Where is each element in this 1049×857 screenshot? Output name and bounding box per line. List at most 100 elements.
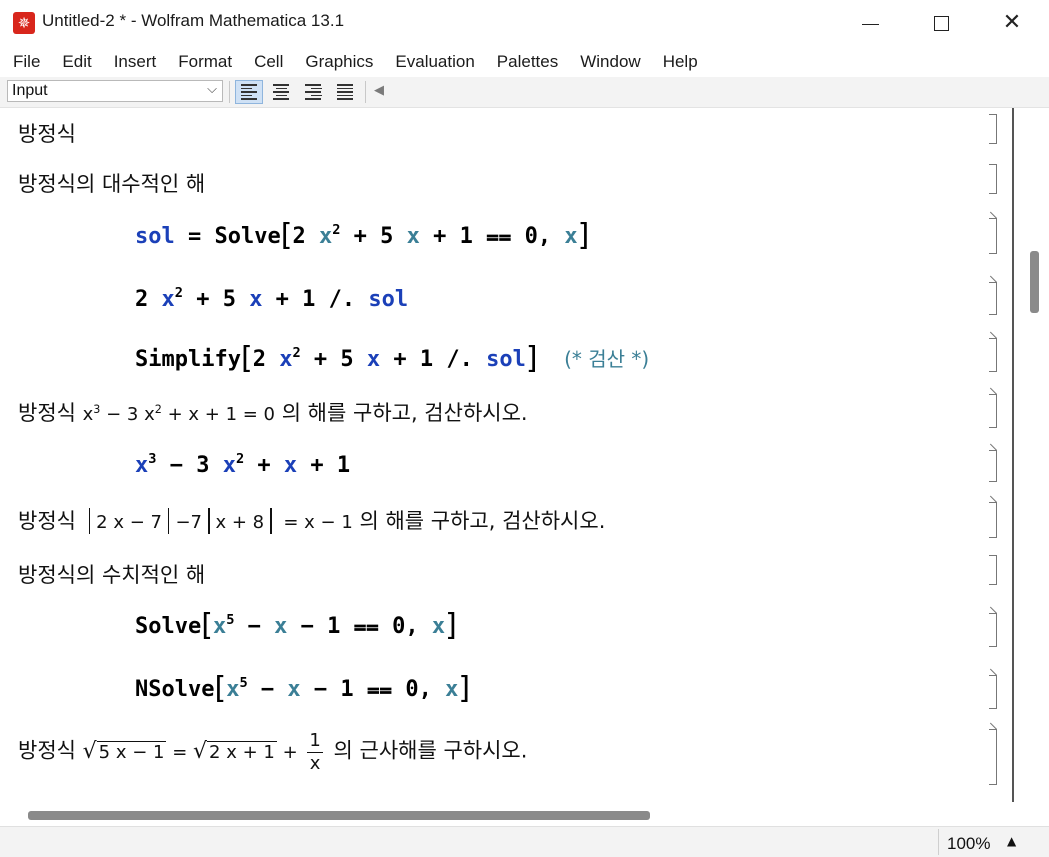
zoom-control[interactable]: 100% ▲ [938,829,1025,855]
menu-edit[interactable]: Edit [62,52,91,72]
function-name: Solve [135,614,202,639]
menu-format[interactable]: Format [178,52,232,72]
cell-style-value: Input [12,82,48,99]
variable-x: x [287,677,301,702]
text-cell[interactable]: 방정식의 수치적인 해 [18,559,998,589]
text-cell[interactable]: 방정식 √ 5 x − 1 = √ 2 x + 1 + 1x 의 근사해를 구하시오… [18,730,998,775]
cell-text: 의 해를 구하고, 검산하시오. [275,401,528,425]
align-justify-button[interactable] [331,80,359,104]
cell-text: 방정식의 수치적인 해 [18,563,206,587]
exponent: 2 [174,285,183,302]
text-cell[interactable]: 방정식 x3 − 3 x2 + x + 1 = 0 의 해를 구하고, 검산하시… [18,397,998,427]
title-bar: ✵ Untitled-2 * - Wolfram Mathematica 13.… [0,0,1049,46]
function-name: Simplify [135,347,241,372]
expr-part: − 1 ⩵ 0, [287,614,432,639]
input-cell[interactable]: 2 x2 + 5 x + 1 /. sol [135,285,1030,312]
close-bracket: ] [577,218,590,253]
cell-text: 방정식 [18,122,76,146]
input-cell[interactable]: Simplify[2 x2 + 5 x + 1 /. sol] (* 검산 *) [135,343,1030,374]
text-cell[interactable]: 방정식 [18,118,998,148]
cell-bracket[interactable] [989,114,997,144]
minimize-button[interactable] [835,0,905,46]
cell-bracket[interactable] [989,555,997,585]
expr-part: 2 [135,287,162,312]
menu-help[interactable]: Help [663,52,698,72]
vertical-scroll-thumb[interactable] [1030,251,1039,313]
radical-sign: √ [193,738,208,764]
menu-evaluation[interactable]: Evaluation [395,52,474,72]
open-bracket: [ [214,671,227,706]
expr-part: − [247,677,288,702]
variable-x: x [226,677,240,702]
input-cell[interactable]: sol = Solve[2 x2 + 5 x + 1 ⩵ 0, x] [135,221,1030,251]
open-bracket: [ [201,608,213,643]
variable-x: x [564,224,578,249]
toolbar-divider [365,81,366,103]
input-cell[interactable]: Solve[x5 − x − 1 ⩵ 0, x] [135,611,1030,641]
cell-bracket[interactable] [989,502,997,538]
radical-sign: √ [82,738,97,764]
cell-bracket[interactable] [989,675,997,709]
menu-window[interactable]: Window [580,52,640,72]
close-bracket: ] [445,608,457,643]
maximize-button[interactable] [906,0,976,46]
variable-x: x [212,614,227,639]
exponent: 2 [154,402,162,416]
cell-bracket[interactable] [989,282,997,315]
symbol-sol: sol [135,224,175,249]
cell-style-select[interactable]: Input ⌵ [7,80,223,102]
abs-bar [88,508,91,534]
expr-part: 2 [292,224,319,249]
align-left-button[interactable] [235,80,263,104]
vertical-scrollbar[interactable] [1012,108,1043,802]
notebook-edge-line [1012,108,1014,802]
maximize-icon [933,15,949,31]
square-root: √ 2 x + 1 [193,739,277,764]
cell-bracket[interactable] [989,394,997,428]
menu-insert[interactable]: Insert [114,52,157,72]
cell-bracket[interactable] [989,450,997,482]
input-cell[interactable]: NSolve[x5 − x − 1 ⩵ 0, x] [135,674,1030,704]
variable-x: x [283,453,298,478]
open-bracket: [ [280,218,293,253]
window-title: Untitled-2 * - Wolfram Mathematica 13.1 [42,11,345,30]
status-bar: 100% ▲ [0,826,1049,857]
cell-bracket[interactable] [989,218,997,254]
align-right-button[interactable] [299,80,327,104]
cell-bracket[interactable] [989,164,997,194]
radicand: 2 x + 1 [207,740,277,763]
expr-part: + 1 /. [262,287,369,312]
collapse-toolbar-icon[interactable]: ◀ [374,83,384,98]
menu-file[interactable]: File [13,52,40,72]
variable-x: x [406,224,420,249]
menu-cell[interactable]: Cell [254,52,283,72]
mathematica-spikey-icon: ✵ [13,12,35,34]
close-bracket: ] [458,671,471,706]
notebook-area: 방정식 방정식의 대수적인 해 sol = Solve[2 x2 + 5 x +… [0,108,1030,802]
text-cell[interactable]: 방정식 2 x − 7 −7 x + 8 = x − 1 의 해를 구하고, 검산하… [18,505,998,535]
close-button[interactable]: ✕ [977,0,1047,46]
zoom-up-arrow-icon[interactable]: ▲ [1007,834,1016,848]
variable-x: x [366,347,381,372]
abs-bar [208,508,210,534]
text-cell[interactable]: 방정식의 대수적인 해 [18,168,998,198]
cell-bracket[interactable] [989,613,997,647]
exponent: 2 [292,345,301,362]
function-name: = Solve [174,224,281,249]
cell-bracket[interactable] [989,338,997,372]
cell-bracket[interactable] [989,729,997,785]
horizontal-scrollbar[interactable] [0,802,1020,826]
variable-x: x [249,287,263,312]
horizontal-scroll-thumb[interactable] [28,811,650,820]
radicand: 5 x − 1 [96,740,167,763]
formatting-toolbar: Input ⌵ ◀ [0,77,1049,108]
menu-palettes[interactable]: Palettes [497,52,558,72]
expr-part: + 1 ⩵ 0, [419,224,565,249]
align-center-button[interactable] [267,80,295,104]
denominator: x [309,753,321,774]
menu-graphics[interactable]: Graphics [305,52,373,72]
inline-formula: x3 − 3 x2 + x + 1 = 0 [83,404,275,425]
cell-text: 방정식의 대수적인 해 [18,172,206,196]
input-cell[interactable]: x3 − 3 x2 + x + 1 [135,452,1030,478]
variable-x: x [279,347,293,372]
